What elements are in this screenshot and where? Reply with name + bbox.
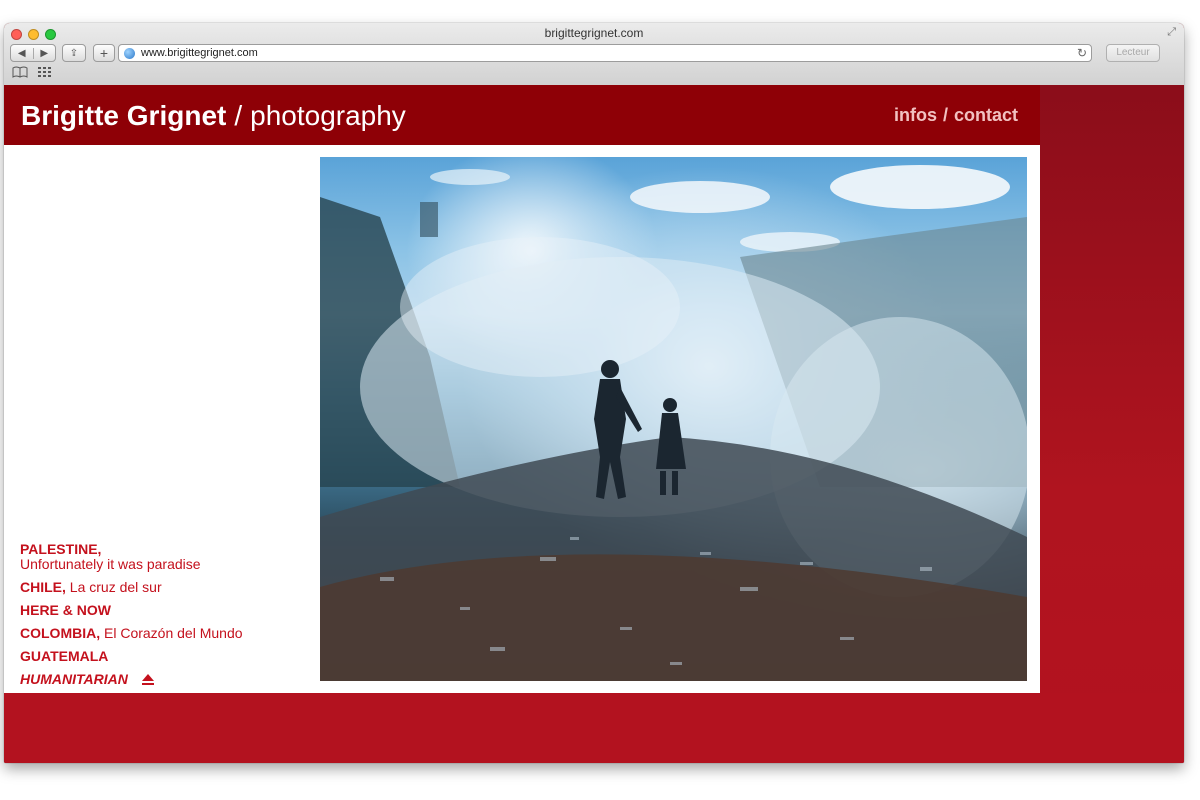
series-subtitle: Unfortunately it was paradise [20,556,201,572]
nav-separator: / [942,105,948,125]
browser-toolbar: brigittegrignet.com ⤢ ◀ ▶ ⇪ + www.brigit… [4,23,1184,86]
back-arrow-icon[interactable]: ◀ [11,48,33,59]
back-forward-group: ◀ ▶ [10,44,56,62]
footer-band [4,693,1184,763]
globe-icon [124,47,135,59]
series-country: CHILE, [20,579,66,595]
address-bar[interactable]: www.brigittegrignet.com ↻ [118,44,1092,62]
add-bookmark-button[interactable]: + [93,44,115,62]
share-button[interactable]: ⇪ [62,44,86,62]
web-page: Brigitte Grignet / photography infos / conta… [4,85,1184,763]
grid-icon[interactable] [38,66,52,81]
site-header: Brigitte Grignet / photography infos / conta… [4,85,1040,145]
series-country: HERE & NOW [20,602,111,618]
featured-photo[interactable] [320,157,1027,681]
content-area: PALESTINE, Unfortunately it was paradise… [4,145,1040,693]
site-logo[interactable]: Brigitte Grignet / photography [21,100,406,132]
series-country: GUATEMALA [20,648,109,664]
series-subtitle: La cruz del sur [69,579,162,595]
url-text[interactable]: www.brigittegrignet.com [141,47,258,59]
series-item-guatemala[interactable]: GUATEMALA [20,649,310,664]
series-country: HUMANITARIAN [20,671,128,687]
plus-icon: + [99,45,109,61]
contact-link[interactable]: contact [954,105,1018,125]
fullscreen-icon[interactable]: ⤢ [1167,26,1176,39]
reload-icon[interactable]: ↻ [1077,45,1087,61]
series-menu: PALESTINE, Unfortunately it was paradise… [20,534,310,687]
brand-separator: / [234,100,243,131]
series-item-humanitarian[interactable]: HUMANITARIAN [20,672,310,687]
share-icon: ⇪ [69,47,79,59]
series-country: COLOMBIA, [20,625,101,641]
top-nav: infos / contact [894,105,1018,126]
series-item-chile[interactable]: CHILE, La cruz del sur [20,580,310,595]
eject-icon[interactable] [141,673,154,685]
window-title: brigittegrignet.com [544,26,644,40]
series-subtitle: El Corazón del Mundo [104,625,243,641]
series-item-here-and-now[interactable]: HERE & NOW [20,603,310,618]
photo-scene [320,165,1027,681]
brand-subtitle: photography [250,100,406,131]
infos-link[interactable]: infos [894,105,937,125]
series-item-palestine[interactable]: PALESTINE, Unfortunately it was paradise [20,542,310,572]
brand-name: Brigitte Grignet [21,100,227,131]
reader-button[interactable]: Lecteur [1106,44,1160,62]
series-item-colombia[interactable]: COLOMBIA, El Corazón del Mundo [20,626,310,641]
series-country: PALESTINE, [20,541,102,557]
browser-window: brigittegrignet.com ⤢ ◀ ▶ ⇪ + www.brigit… [4,23,1184,763]
book-icon[interactable] [12,66,28,81]
forward-arrow-icon[interactable]: ▶ [32,47,56,59]
